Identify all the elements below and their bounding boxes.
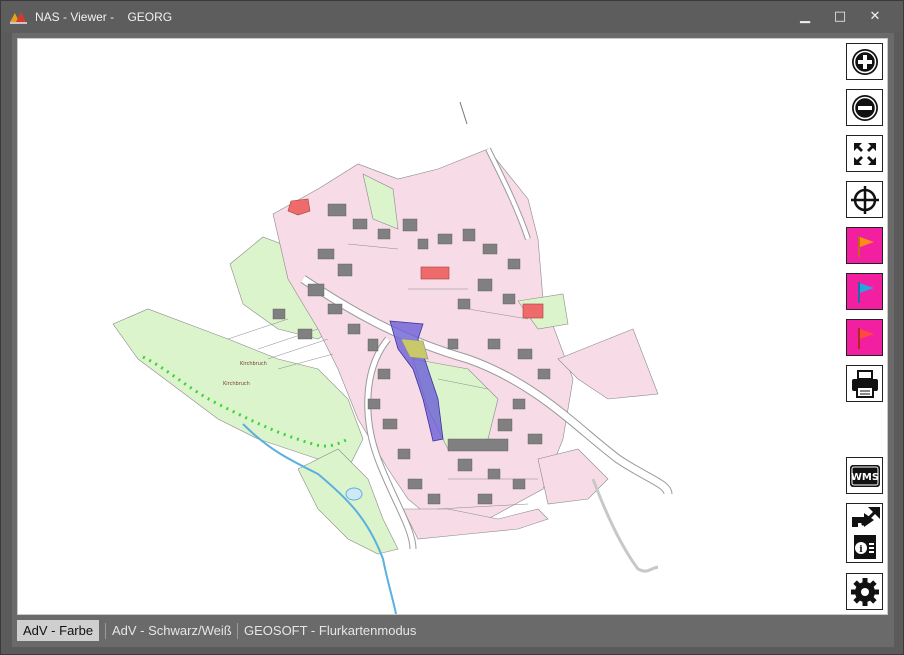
- plus-circle-icon: [851, 48, 878, 75]
- flag-red-button[interactable]: [846, 319, 883, 356]
- app-window: NAS - Viewer - GEORG ▁ □ ✕ Kirchbruch Ki…: [0, 0, 904, 655]
- maximize-button[interactable]: □: [826, 7, 854, 27]
- locate-button[interactable]: [846, 181, 883, 218]
- export-info-icon: i: [851, 507, 880, 559]
- residential-southeast: [537, 448, 609, 505]
- tab-geosoft-flurkartenmodus[interactable]: GEOSOFT - Flurkartenmodus: [238, 620, 422, 641]
- maximize-icon: □: [833, 9, 847, 24]
- zoom-in-button[interactable]: [846, 43, 883, 80]
- flag-blue-icon: [857, 281, 874, 303]
- wms-icon: WMS: [849, 464, 880, 487]
- minimize-icon: ▁: [800, 9, 810, 24]
- svg-text:i: i: [859, 545, 863, 555]
- minimize-button[interactable]: ▁: [791, 7, 819, 27]
- flag-red-icon: [857, 327, 874, 349]
- wms-button[interactable]: WMS: [846, 457, 883, 494]
- north-arrow: [459, 101, 468, 125]
- export-info-button[interactable]: i: [846, 503, 883, 563]
- view-tabs: AdV - Farbe AdV - Schwarz/Weiß GEOSOFT -…: [17, 618, 888, 642]
- window-title: NAS - Viewer - GEORG: [35, 10, 173, 24]
- close-button[interactable]: ✕: [861, 7, 889, 27]
- app-logo-icon: [10, 12, 27, 24]
- tab-label: AdV - Schwarz/Weiß: [112, 623, 232, 638]
- tab-adv-schwarz-weiss[interactable]: AdV - Schwarz/Weiß: [106, 620, 238, 641]
- public-building-east: [522, 303, 544, 319]
- flag-blue-button[interactable]: [846, 273, 883, 310]
- tab-label: AdV - Farbe: [23, 623, 94, 638]
- client-area: Kirchbruch Kirchbruch WMS i AdV - Farbe …: [12, 33, 894, 647]
- fit-extent-button[interactable]: [846, 135, 883, 172]
- printer-icon: [851, 369, 878, 398]
- pond: [345, 487, 363, 501]
- tab-adv-farbe[interactable]: AdV - Farbe: [17, 620, 100, 641]
- field-label-1: Kirchbruch: [240, 361, 267, 367]
- flag-orange-button[interactable]: [846, 227, 883, 264]
- map-view[interactable]: Kirchbruch Kirchbruch: [17, 38, 888, 615]
- tab-label: GEOSOFT - Flurkartenmodus: [244, 623, 417, 638]
- residential-east: [557, 328, 659, 400]
- print-button[interactable]: [846, 365, 883, 402]
- zoom-out-button[interactable]: [846, 89, 883, 126]
- expand-arrows-icon: [853, 142, 876, 165]
- title-bar[interactable]: NAS - Viewer - GEORG ▁ □ ✕: [1, 1, 903, 33]
- settings-button[interactable]: [846, 573, 883, 610]
- flag-orange-icon: [857, 235, 874, 257]
- field-label-2: Kirchbruch: [223, 381, 250, 387]
- crosshair-icon: [850, 185, 879, 214]
- public-building-center: [420, 266, 450, 280]
- close-icon: ✕: [869, 9, 881, 24]
- minus-circle-icon: [851, 94, 878, 121]
- wms-label: WMS: [850, 472, 878, 483]
- cadastral-map[interactable]: Kirchbruch Kirchbruch: [18, 39, 888, 615]
- gear-icon: [850, 577, 879, 606]
- southeast-track: [591, 478, 659, 573]
